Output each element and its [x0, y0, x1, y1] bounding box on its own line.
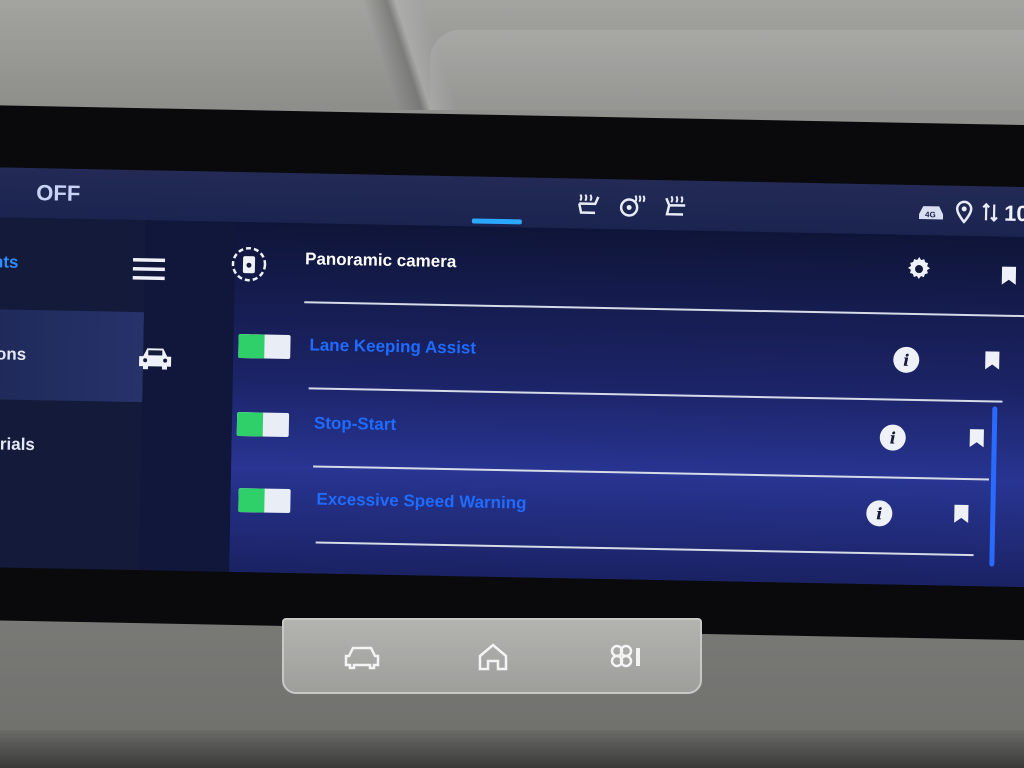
infotainment-screen: OFF 4G 10: nts ions orials Panoramic cam…: [0, 167, 1024, 588]
car-icon: [344, 646, 380, 670]
sidebar-item-label: ions: [0, 344, 27, 364]
home-button[interactable]: [476, 642, 510, 677]
dashboard-ledge: [430, 30, 1024, 110]
camera-rotate-icon: [229, 244, 270, 290]
seat-heat-left-icon[interactable]: [576, 192, 602, 216]
steering-heat-icon[interactable]: [618, 193, 646, 218]
page-indicator: [471, 218, 522, 225]
seat-heat-right-icon[interactable]: [662, 194, 688, 218]
svg-text:4G: 4G: [925, 210, 936, 219]
lane-keeping-toggle[interactable]: [238, 334, 291, 360]
sidebar: nts ions orials: [0, 217, 146, 571]
speed-warning-label: Excessive Speed Warning: [316, 489, 527, 513]
speed-warning-toggle[interactable]: [238, 488, 291, 514]
heating-shortcuts: [576, 192, 688, 218]
screen-bezel: OFF 4G 10: nts ions orials Panoramic cam…: [0, 105, 1024, 641]
icon-column: [132, 220, 236, 572]
car-menu-button[interactable]: [342, 642, 382, 677]
fan-icon: [610, 644, 640, 668]
sidebar-item-2[interactable]: orials: [0, 399, 142, 492]
climate-button[interactable]: [606, 642, 646, 677]
bookmark-icon[interactable]: [1000, 265, 1019, 292]
sidebar-item-label: orials: [0, 434, 36, 455]
bookmark-icon[interactable]: [952, 503, 971, 530]
sidebar-item-label: nts: [0, 252, 19, 272]
info-icon[interactable]: i: [879, 424, 907, 451]
lane-keeping-label: Lane Keeping Assist: [309, 335, 477, 358]
signal-icon: [982, 200, 999, 229]
info-icon[interactable]: i: [866, 500, 893, 527]
list-header-row[interactable]: Panoramic camera: [231, 222, 1024, 318]
panoramic-camera-label: Panoramic camera: [304, 249, 457, 272]
location-icon: [954, 200, 975, 229]
4g-icon: 4G: [916, 200, 947, 228]
gear-icon[interactable]: [903, 253, 936, 291]
connectivity-icons: 4G: [916, 199, 999, 230]
dashboard-lower: [0, 730, 1024, 768]
bookmark-icon[interactable]: [967, 427, 986, 454]
bookmark-icon[interactable]: [983, 349, 1002, 376]
stop-start-toggle[interactable]: [236, 411, 290, 437]
stop-start-label: Stop-Start: [313, 413, 397, 435]
climate-mode-text[interactable]: OFF: [36, 180, 80, 207]
row-divider: [315, 541, 974, 557]
home-icon: [478, 643, 508, 671]
info-icon[interactable]: i: [893, 346, 920, 374]
menu-icon[interactable]: [130, 254, 167, 290]
sidebar-item-1[interactable]: ions: [0, 309, 145, 403]
car-dashboard: OFF 4G 10: nts ions orials Panoramic cam…: [0, 0, 1024, 768]
hardware-button-panel: [282, 618, 702, 694]
car-icon[interactable]: [135, 344, 176, 378]
clock: 10:: [1003, 200, 1024, 227]
driving-aids-list: Panoramic camera Lane Keeping Assist i S…: [229, 221, 1024, 588]
sidebar-item-0[interactable]: nts: [0, 217, 146, 310]
list-item-speed-warning[interactable]: Excessive Speed Warning i: [230, 462, 1001, 557]
